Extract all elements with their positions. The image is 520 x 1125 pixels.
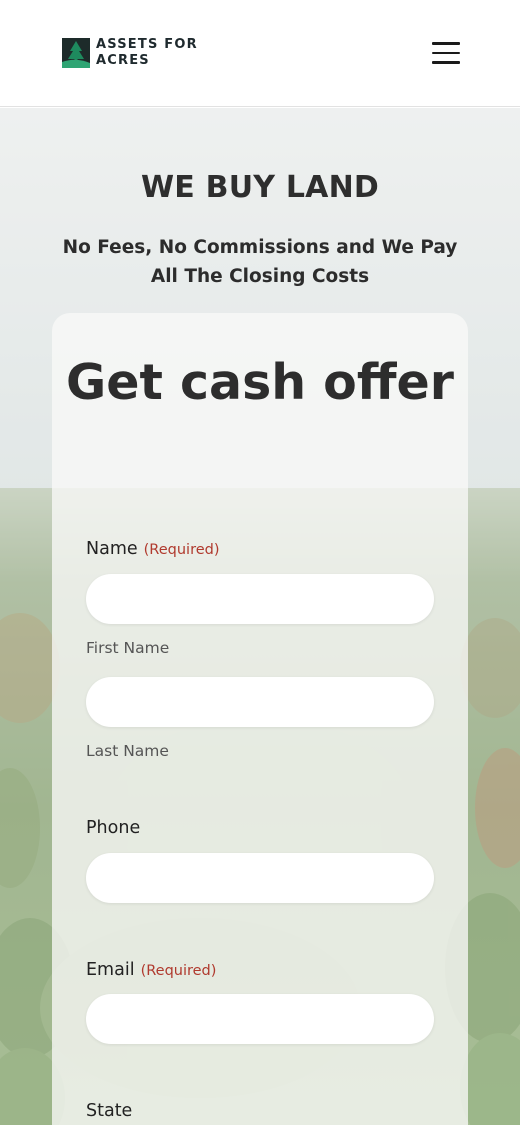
logo-line-1: ASSETS FOR [96, 37, 198, 52]
menu-bar [432, 51, 460, 55]
first-name-input[interactable] [86, 574, 434, 624]
last-name-sublabel: Last Name [86, 742, 169, 760]
name-label: Name (Required) [86, 539, 220, 559]
state-label: State [86, 1101, 133, 1121]
email-label-text: Email [86, 960, 135, 980]
email-input[interactable] [86, 994, 434, 1044]
logo[interactable]: ASSETS FOR ACRES [62, 37, 198, 69]
form-title: Get cash offer [66, 354, 454, 411]
logo-line-2: ACRES [96, 53, 150, 68]
hero-section: WE BUY LAND No Fees, No Commissions and … [0, 108, 520, 1125]
hero-title: WE BUY LAND [141, 170, 379, 205]
hamburger-menu-icon[interactable] [432, 42, 460, 64]
cash-offer-form: Get cash offer Name (Required) First Name… [52, 313, 468, 1125]
menu-bar [432, 61, 460, 64]
email-label: Email (Required) [86, 960, 216, 980]
tree-logo-icon [62, 38, 90, 68]
last-name-input[interactable] [86, 677, 434, 727]
menu-bar [432, 42, 460, 45]
first-name-sublabel: First Name [86, 639, 170, 657]
required-indicator: (Required) [143, 542, 220, 558]
required-indicator: (Required) [140, 963, 217, 979]
logo-text: ASSETS FOR ACRES [96, 37, 198, 69]
hero-subtitle: No Fees, No Commissions and We Pay All T… [62, 237, 458, 287]
site-header: ASSETS FOR ACRES [0, 0, 520, 107]
phone-label: Phone [86, 818, 141, 838]
phone-input[interactable] [86, 853, 434, 903]
name-label-text: Name [86, 539, 138, 559]
